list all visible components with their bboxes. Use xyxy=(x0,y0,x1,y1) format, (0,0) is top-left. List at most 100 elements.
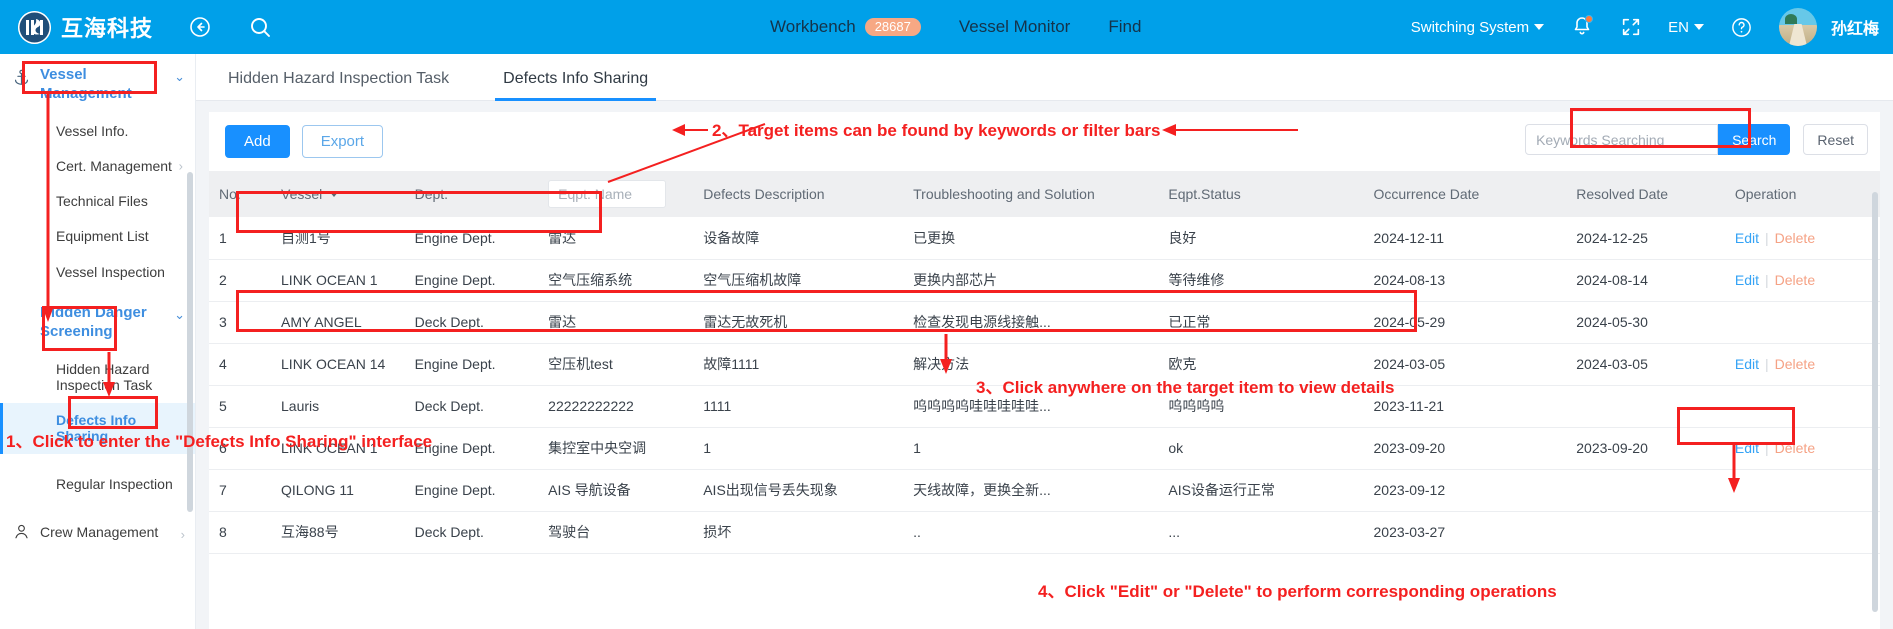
table-row[interactable]: 6 LINK OCEAN 1 Engine Dept. 集控室中央空调 1 1 ok 2023… xyxy=(209,427,1880,470)
switching-system-dropdown[interactable]: Switching System xyxy=(1411,19,1545,36)
sidebar-item-vessel-info[interactable]: Vessel Info. xyxy=(0,114,195,150)
notifications-bell-icon[interactable] xyxy=(1570,14,1594,40)
table-row[interactable]: 7 QILONG 11 Engine Dept. AIS 导航设备 AIS出现信号丢失现… xyxy=(209,469,1880,512)
nav-link-find[interactable]: Find xyxy=(1108,17,1141,37)
row-occurrence-date: 2023-03-27 xyxy=(1363,511,1567,554)
row-operation: Edit | Delete xyxy=(1724,259,1880,302)
brand-name: 互海科技 xyxy=(61,16,154,41)
row-troubleshooting-and-solution: 检查发现电源线接触... xyxy=(903,301,1159,344)
row-resolved-date: 2024-08-14 xyxy=(1566,259,1725,302)
top-nav-right: Switching System EN 孙红梅 xyxy=(1411,0,1879,54)
column-header-vessel[interactable]: Vessel xyxy=(271,171,405,217)
row-operation xyxy=(1724,469,1880,512)
brand[interactable]: 互海科技 xyxy=(18,10,154,44)
sidebar-item-vessel-inspection[interactable]: Vessel Inspection xyxy=(0,255,195,291)
user-profile[interactable]: 孙红梅 xyxy=(1778,8,1879,46)
chevron-down-icon: ⌄ xyxy=(174,69,185,84)
chevron-down-icon: ⌄ xyxy=(174,307,185,323)
row-no: 1 xyxy=(209,217,272,260)
sidebar-item-cert-management[interactable]: Cert. Management › xyxy=(0,149,195,184)
sidebar-group-crew-management[interactable]: Crew Management › xyxy=(0,502,195,556)
row-no: 5 xyxy=(209,385,272,428)
sidebar-item-label: Technical Files xyxy=(56,192,148,209)
delete-link[interactable]: Delete xyxy=(1775,356,1815,372)
edit-link[interactable]: Edit xyxy=(1735,230,1759,246)
delete-link[interactable]: Delete xyxy=(1775,272,1815,288)
row-no: 8 xyxy=(209,511,272,554)
sidebar-group-hidden-danger-screening-label: Hidden Danger Screening xyxy=(40,304,147,340)
reset-button[interactable]: Reset xyxy=(1803,124,1868,155)
row-defects-description: 故障1111 xyxy=(693,343,904,386)
tab-defects-info-sharing[interactable]: Defects Info Sharing xyxy=(495,70,657,101)
edit-link[interactable]: Edit xyxy=(1735,440,1759,456)
column-header-occurrence-date: Occurrence Date xyxy=(1363,171,1567,217)
row-eqpt-status: 等待维修 xyxy=(1158,259,1364,302)
row-dept: Engine Dept. xyxy=(404,343,539,386)
delete-link[interactable]: Delete xyxy=(1775,230,1815,246)
row-eqpt-name: 雷达 xyxy=(538,301,694,344)
table-row[interactable]: 3 AMY ANGEL Deck Dept. 雷达 雷达无故死机 检查发现电源线接触...… xyxy=(209,301,1880,344)
row-no: 7 xyxy=(209,469,272,512)
sidebar-group-hidden-danger-screening[interactable]: Hidden Danger Screening ⌄ xyxy=(0,290,195,352)
sidebar-group-vessel-management[interactable]: Vessel Management ⌄ xyxy=(0,54,195,114)
table-scrollbar[interactable] xyxy=(1872,192,1878,612)
eqpt-name-filter-input[interactable] xyxy=(548,180,667,208)
sidebar-item-technical-files[interactable]: Technical Files xyxy=(0,184,195,220)
row-vessel: LINK OCEAN 1 xyxy=(271,427,405,470)
table-row[interactable]: 2 LINK OCEAN 1 Engine Dept. 空气压缩系统 空气压缩机故障 更换… xyxy=(209,259,1880,302)
table-row[interactable]: 4 LINK OCEAN 14 Engine Dept. 空压机test 故障1111 解… xyxy=(209,343,1880,386)
row-vessel: QILONG 11 xyxy=(271,469,405,512)
row-resolved-date: 2024-03-05 xyxy=(1566,343,1725,386)
export-button[interactable]: Export xyxy=(301,125,384,158)
tab-bar: Hidden Hazard Inspection Task Defects In… xyxy=(196,54,1893,101)
row-dept: Engine Dept. xyxy=(404,259,539,302)
sidebar-item-regular-inspection[interactable]: Regular Inspection xyxy=(0,454,195,503)
row-eqpt-status: ok xyxy=(1158,427,1364,470)
sidebar-item-label: Cert. Management xyxy=(56,158,172,174)
row-resolved-date xyxy=(1566,385,1725,428)
column-header-resolved-date: Resolved Date xyxy=(1566,171,1725,217)
sidebar-item-hidden-hazard-inspection-task[interactable]: Hidden Hazard Inspection Task xyxy=(0,352,195,403)
search-zone: Search Reset xyxy=(1525,124,1868,155)
sidebar-item-defects-info-sharing[interactable]: Defects Info Sharing xyxy=(0,402,195,454)
edit-link[interactable]: Edit xyxy=(1735,356,1759,372)
row-dept: Engine Dept. xyxy=(404,427,539,470)
fullscreen-icon[interactable] xyxy=(1620,16,1642,38)
sidebar-item-label: Vessel Info. xyxy=(56,122,129,139)
sidebar-group-vessel-management-label: Vessel Management xyxy=(40,66,132,102)
nav-link-workbench[interactable]: Workbench 28687 xyxy=(770,17,921,37)
sort-caret-icon[interactable] xyxy=(329,191,340,197)
delete-link[interactable]: Delete xyxy=(1775,440,1815,456)
row-troubleshooting-and-solution: 更换内部芯片 xyxy=(903,259,1159,302)
back-arrow-icon[interactable] xyxy=(187,14,213,40)
row-occurrence-date: 2024-05-29 xyxy=(1363,301,1567,344)
table-row[interactable]: 5 Lauris Deck Dept. 22222222222 1111 呜呜呜呜哇哇哇哇… xyxy=(209,385,1880,428)
search-button[interactable]: Search xyxy=(1718,124,1791,155)
edit-link[interactable]: Edit xyxy=(1735,272,1759,288)
row-troubleshooting-and-solution: 已更换 xyxy=(903,217,1159,260)
tab-label: Defects Info Sharing xyxy=(503,70,649,87)
anchor-icon xyxy=(12,66,32,92)
help-icon[interactable] xyxy=(1730,16,1753,39)
tab-hidden-hazard-inspection-task[interactable]: Hidden Hazard Inspection Task xyxy=(220,70,457,100)
row-vessel: LINK OCEAN 1 xyxy=(271,259,405,302)
table-row[interactable]: 1 自测1号 Engine Dept. 雷达 设备故障 已更换 良好 2024-12-11 20… xyxy=(209,217,1880,260)
add-button[interactable]: Add xyxy=(225,125,290,158)
search-icon[interactable] xyxy=(247,14,273,40)
row-troubleshooting-and-solution: 解决方法 xyxy=(903,343,1159,386)
row-troubleshooting-and-solution: 1 xyxy=(903,427,1159,470)
operation-separator: | xyxy=(1765,440,1769,456)
search-input[interactable] xyxy=(1525,124,1719,155)
table-row[interactable]: 8 互海88号 Deck Dept. 驾驶台 损坏..... 2023-03-27 xyxy=(209,511,1880,554)
row-eqpt-status: 欧克 xyxy=(1158,343,1364,386)
nav-link-vessel-monitor[interactable]: Vessel Monitor xyxy=(959,17,1071,37)
row-eqpt-status: 已正常 xyxy=(1158,301,1364,344)
row-resolved-date: 2024-12-25 xyxy=(1566,217,1725,260)
sidebar-item-equipment-list[interactable]: Equipment List xyxy=(0,219,195,255)
shield-icon xyxy=(12,304,32,306)
nav-link-workbench-label: Workbench xyxy=(770,17,856,36)
sidebar-scrollbar[interactable] xyxy=(187,172,193,512)
user-icon xyxy=(12,520,32,546)
row-defects-description: AIS出现信号丢失现象 xyxy=(693,469,904,512)
language-selector[interactable]: EN xyxy=(1668,19,1704,36)
